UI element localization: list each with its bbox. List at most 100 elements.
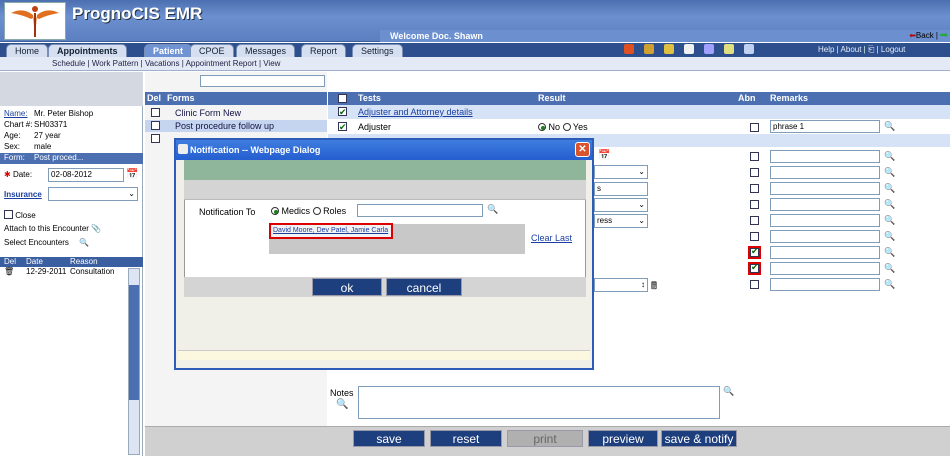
tab-cpoe[interactable]: CPOE xyxy=(190,44,234,57)
remark-field[interactable] xyxy=(770,198,880,211)
tab-patient[interactable]: Patient xyxy=(144,44,193,57)
test-checkbox[interactable] xyxy=(338,105,347,119)
save-button[interactable]: save xyxy=(353,430,425,447)
tab-report[interactable]: Report xyxy=(301,44,347,57)
table-row[interactable]: Adjuster and Attorney details xyxy=(328,105,950,119)
test-checkbox[interactable] xyxy=(338,120,347,134)
remark-field[interactable] xyxy=(770,278,880,291)
abn-checkbox[interactable] xyxy=(750,168,759,177)
attach-icon[interactable]: 📎 xyxy=(91,224,101,233)
info-icon[interactable] xyxy=(744,44,754,54)
logout-link[interactable]: Logout xyxy=(881,45,905,54)
recipients-highlight: David Moore, Dev Patel, Jamie Carla xyxy=(269,223,393,239)
remark-field[interactable] xyxy=(770,262,880,275)
binoculars-icon[interactable]: 🔍 xyxy=(884,167,895,178)
user-icon[interactable] xyxy=(664,44,674,54)
medics-radio[interactable] xyxy=(271,207,279,215)
forward-arrow-icon[interactable]: ➡ xyxy=(940,30,948,41)
name-label[interactable]: Name: xyxy=(4,109,28,118)
result-field[interactable]: s xyxy=(594,182,648,196)
roles-radio[interactable] xyxy=(312,207,321,215)
tab-messages[interactable]: Messages xyxy=(236,44,296,57)
alert-icon[interactable] xyxy=(624,44,634,54)
test-name: Adjuster xyxy=(358,122,392,132)
abn-checkbox[interactable] xyxy=(750,200,759,209)
recipients-list[interactable]: David Moore, Dev Patel, Jamie Carla xyxy=(273,227,388,234)
result-select[interactable]: ⌄ xyxy=(594,198,648,212)
close-label: Close xyxy=(15,211,36,220)
remark-field[interactable] xyxy=(770,182,880,195)
trash-icon[interactable]: 🗑 xyxy=(4,267,14,276)
save-notify-button[interactable]: save & notify xyxy=(661,430,737,447)
result-no-radio[interactable] xyxy=(538,123,546,131)
recipient-search-field[interactable] xyxy=(357,204,483,217)
abn-checkbox[interactable] xyxy=(750,280,759,289)
cancel-button[interactable]: cancel xyxy=(386,278,462,296)
binoculars-icon[interactable]: 🔍 xyxy=(884,199,895,210)
calendar-icon[interactable] xyxy=(684,44,694,54)
back-link[interactable]: ⬅Back | xyxy=(909,31,938,40)
lab-icon[interactable] xyxy=(644,44,654,54)
abn-checkbox[interactable] xyxy=(750,152,759,161)
insurance-select[interactable]: ⌄ xyxy=(48,187,138,201)
result-yes-radio[interactable] xyxy=(562,123,571,131)
remark-field[interactable] xyxy=(770,230,880,243)
table-row[interactable]: 🗑 12-29-2011 Consultation xyxy=(0,267,128,278)
binoculars-icon[interactable]: 🔍 xyxy=(79,238,89,247)
preview-button[interactable]: preview xyxy=(588,430,658,447)
close-checkbox[interactable] xyxy=(4,210,13,219)
scrollbar-thumb[interactable] xyxy=(129,285,139,400)
sub-navigation[interactable]: Schedule | Work Pattern | Vacations | Ap… xyxy=(0,57,950,71)
forms-search-field[interactable] xyxy=(200,75,325,87)
help-link[interactable]: Help xyxy=(818,45,834,54)
clear-last-link[interactable]: Clear Last xyxy=(531,233,572,243)
abn-checkbox[interactable] xyxy=(750,184,759,193)
binoculars-icon[interactable]: 🔍 xyxy=(487,204,498,215)
calendar-icon[interactable]: 📅 xyxy=(598,150,610,161)
insurance-link[interactable]: Insurance xyxy=(4,190,42,199)
binoculars-icon[interactable]: 🔍 xyxy=(884,247,895,258)
form-del-checkbox[interactable] xyxy=(151,121,160,130)
binoculars-icon[interactable]: 🔍 xyxy=(723,386,734,397)
binoculars-icon[interactable]: 🔍 xyxy=(884,151,895,162)
search-icon[interactable]: 🔍 xyxy=(336,399,348,410)
mail-icon[interactable] xyxy=(724,44,734,54)
tab-home[interactable]: Home xyxy=(6,44,49,57)
binoculars-icon[interactable]: 🔍 xyxy=(884,231,895,242)
binoculars-icon[interactable]: 🔍 xyxy=(884,263,895,274)
print-button[interactable]: print xyxy=(507,430,583,447)
enc-col-del: Del xyxy=(4,257,17,266)
binoculars-icon[interactable]: 🔍 xyxy=(884,121,895,132)
remark-field[interactable]: phrase 1 xyxy=(770,120,880,133)
calculator-icon[interactable]: 🖩 xyxy=(651,279,657,296)
notes-textarea[interactable] xyxy=(358,386,720,419)
binoculars-icon[interactable]: 🔍 xyxy=(884,279,895,290)
abn-checkbox[interactable] xyxy=(750,232,759,241)
abn-checkbox[interactable] xyxy=(750,216,759,225)
numeric-stepper[interactable]: ↕ xyxy=(594,278,648,292)
select-all-checkbox[interactable] xyxy=(338,94,347,103)
result-select[interactable]: ⌄ xyxy=(594,165,648,179)
calendar-icon[interactable]: 📅 xyxy=(126,169,138,180)
binoculars-icon[interactable]: 🔍 xyxy=(884,183,895,194)
tab-appointments[interactable]: Appointments xyxy=(48,44,127,57)
binoculars-icon[interactable]: 🔍 xyxy=(884,215,895,226)
reset-button[interactable]: reset xyxy=(430,430,502,447)
list-item[interactable]: Clinic Form New xyxy=(145,107,327,119)
close-icon[interactable]: ✕ xyxy=(575,142,590,157)
date-field[interactable]: 02-08-2012 xyxy=(48,168,124,182)
about-link[interactable]: About xyxy=(841,45,862,54)
result-select[interactable]: ress ⌄ xyxy=(594,214,648,228)
list-item[interactable]: Post procedure follow up xyxy=(145,120,327,132)
remark-field[interactable] xyxy=(770,150,880,163)
tab-settings[interactable]: Settings xyxy=(352,44,403,57)
remark-field[interactable] xyxy=(770,214,880,227)
form-del-checkbox[interactable] xyxy=(151,108,160,117)
message-icon[interactable] xyxy=(704,44,714,54)
form-del-checkbox[interactable] xyxy=(151,134,160,143)
remark-field[interactable] xyxy=(770,166,880,179)
test-link[interactable]: Adjuster and Attorney details xyxy=(358,105,473,119)
ok-button[interactable]: ok xyxy=(312,278,382,296)
remark-field[interactable] xyxy=(770,246,880,259)
abn-checkbox[interactable] xyxy=(750,123,759,132)
